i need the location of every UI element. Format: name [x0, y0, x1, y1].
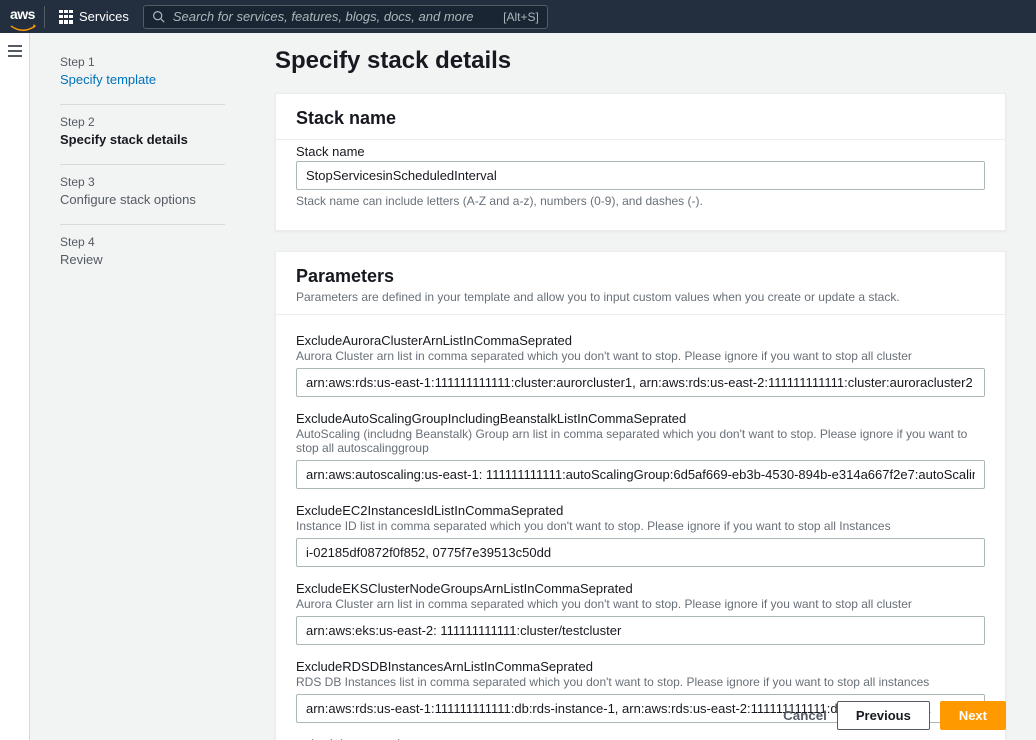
search-icon: [152, 10, 165, 23]
step-label: Step 1: [60, 55, 245, 69]
step-label: Step 3: [60, 175, 245, 189]
param-input[interactable]: [296, 616, 985, 645]
step-separator: [60, 224, 225, 225]
wizard-sidebar: Step 1 Specify template Step 2 Specify s…: [30, 33, 245, 740]
stack-name-heading: Stack name: [296, 108, 985, 129]
param-description: RDS DB Instances list in comma separated…: [296, 675, 985, 689]
wizard-footer: Cancel Previous Next: [783, 701, 1006, 730]
param-description: Aurora Cluster arn list in comma separat…: [296, 349, 985, 363]
wizard-step-3[interactable]: Step 3 Configure stack options: [60, 167, 245, 222]
param-name: ExcludeAuroraClusterArnListInCommaSeprat…: [296, 333, 985, 348]
step-separator: [60, 164, 225, 165]
parameters-heading: Parameters: [296, 266, 985, 287]
search-shortcut-hint: [Alt+S]: [503, 10, 539, 24]
parameters-panel: Parameters Parameters are defined in you…: [275, 251, 1006, 740]
services-menu-button[interactable]: Services: [55, 7, 133, 26]
param-block: ExcludeEKSClusterNodeGroupsArnListInComm…: [296, 581, 985, 645]
param-name: ExcludeEKSClusterNodeGroupsArnListInComm…: [296, 581, 985, 596]
aws-logo-text: aws: [10, 7, 36, 21]
param-description: Aurora Cluster arn list in comma separat…: [296, 597, 985, 611]
step-title: Specify stack details: [60, 132, 245, 147]
step-title: Review: [60, 252, 245, 267]
stack-name-help: Stack name can include letters (A-Z and …: [296, 194, 985, 208]
param-name: ExcludeEC2InstancesIdListInCommaSeprated: [296, 503, 985, 518]
step-label: Step 4: [60, 235, 245, 249]
services-label: Services: [79, 9, 129, 24]
param-block: ExcludeEC2InstancesIdListInCommaSeprated…: [296, 503, 985, 567]
param-name: ExcludeAutoScalingGroupIncludingBeanstal…: [296, 411, 985, 426]
wizard-step-2: Step 2 Specify stack details: [60, 107, 245, 162]
param-block: ExcludeAuroraClusterArnListInCommaSeprat…: [296, 333, 985, 397]
search-input[interactable]: [173, 9, 495, 24]
param-input[interactable]: [296, 368, 985, 397]
next-button[interactable]: Next: [940, 701, 1006, 730]
param-input[interactable]: [296, 538, 985, 567]
side-collapse-strip: [0, 33, 30, 740]
stack-name-field-label: Stack name: [296, 144, 985, 159]
wizard-step-1[interactable]: Step 1 Specify template: [60, 47, 245, 102]
stack-name-input[interactable]: [296, 161, 985, 190]
wizard-step-4[interactable]: Step 4 Review: [60, 227, 245, 282]
param-block: ExcludeAutoScalingGroupIncludingBeanstal…: [296, 411, 985, 489]
hamburger-icon[interactable]: [8, 45, 22, 57]
aws-logo[interactable]: aws: [10, 6, 45, 28]
param-input[interactable]: [296, 460, 985, 489]
previous-button[interactable]: Previous: [837, 701, 930, 730]
param-name: ExcludeRDSDBInstancesArnListInCommaSepra…: [296, 659, 985, 674]
step-title: Configure stack options: [60, 192, 245, 207]
parameters-subheading: Parameters are defined in your template …: [296, 290, 985, 304]
step-label: Step 2: [60, 115, 245, 129]
aws-smile-icon: [10, 21, 36, 27]
cancel-button[interactable]: Cancel: [783, 708, 827, 723]
global-search[interactable]: [Alt+S]: [143, 5, 548, 29]
services-grid-icon: [59, 10, 73, 24]
page-title: Specify stack details: [275, 47, 1006, 75]
top-navbar: aws Services [Alt+S]: [0, 0, 1036, 33]
stack-name-panel: Stack name Stack name Stack name can inc…: [275, 93, 1006, 231]
param-description: Instance ID list in comma separated whic…: [296, 519, 985, 533]
main-content: Specify stack details Stack name Stack n…: [245, 33, 1036, 740]
step-separator: [60, 104, 225, 105]
param-description: AutoScaling (includng Beanstalk) Group a…: [296, 427, 985, 455]
step-title: Specify template: [60, 72, 245, 87]
